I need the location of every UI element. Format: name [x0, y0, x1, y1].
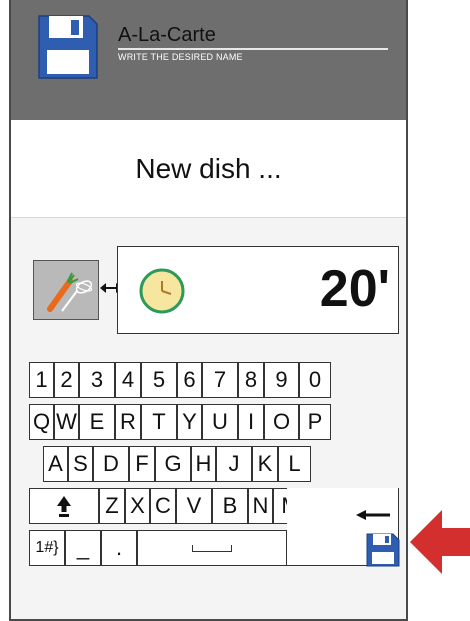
- key-8[interactable]: 8: [238, 362, 264, 398]
- key-g[interactable]: G: [155, 446, 191, 482]
- backspace-arrow-icon: [356, 510, 390, 520]
- pointer-arrow-icon: [410, 510, 470, 574]
- cook-time-value: 20': [319, 260, 390, 318]
- key-5[interactable]: 5: [141, 362, 177, 398]
- whisk-carrot-icon: [47, 272, 93, 312]
- key-6[interactable]: 6: [177, 362, 202, 398]
- underscore-key[interactable]: _: [65, 530, 101, 566]
- app-screen: A-La-Carte WRITE THE DESIRED NAME New di…: [9, 0, 408, 621]
- key-9[interactable]: 9: [264, 362, 299, 398]
- cooking-tool-button[interactable]: [33, 260, 99, 320]
- dot-key[interactable]: .: [101, 530, 137, 566]
- key-p[interactable]: P: [299, 404, 331, 440]
- key-f[interactable]: F: [129, 446, 155, 482]
- key-e[interactable]: E: [79, 404, 115, 440]
- key-k[interactable]: K: [252, 446, 278, 482]
- key-j[interactable]: J: [216, 446, 252, 482]
- key-3[interactable]: 3: [79, 362, 115, 398]
- symbols-key[interactable]: 1#}: [29, 530, 65, 566]
- header-bar: A-La-Carte WRITE THE DESIRED NAME: [11, 0, 406, 120]
- app-title: A-La-Carte: [118, 24, 216, 46]
- key-2[interactable]: 2: [54, 362, 79, 398]
- key-0[interactable]: 0: [299, 362, 331, 398]
- key-c[interactable]: C: [150, 488, 176, 524]
- key-y[interactable]: Y: [177, 404, 202, 440]
- key-o[interactable]: O: [264, 404, 299, 440]
- shift-key[interactable]: [29, 488, 99, 524]
- key-s[interactable]: S: [68, 446, 93, 482]
- clock-icon: [139, 268, 185, 314]
- key-1[interactable]: 1: [29, 362, 54, 398]
- save-button[interactable]: [363, 528, 403, 570]
- key-x[interactable]: X: [125, 488, 150, 524]
- title-divider: [118, 48, 388, 50]
- dish-name-field[interactable]: New dish ...: [11, 120, 406, 218]
- dish-name-text: New dish ...: [135, 152, 282, 184]
- key-7[interactable]: 7: [202, 362, 238, 398]
- space-key[interactable]: [137, 530, 287, 566]
- key-n[interactable]: N: [248, 488, 273, 524]
- shift-up-arrow-icon: [57, 496, 71, 517]
- key-h[interactable]: H: [191, 446, 216, 482]
- key-w[interactable]: W: [54, 404, 79, 440]
- key-l[interactable]: L: [278, 446, 311, 482]
- key-4[interactable]: 4: [115, 362, 141, 398]
- spacebar-icon: [192, 544, 232, 552]
- key-b[interactable]: B: [212, 488, 248, 524]
- key-a[interactable]: A: [43, 446, 68, 482]
- key-i[interactable]: I: [238, 404, 264, 440]
- app-subtitle: WRITE THE DESIRED NAME: [118, 52, 243, 62]
- key-z[interactable]: Z: [99, 488, 125, 524]
- key-u[interactable]: U: [202, 404, 238, 440]
- key-t[interactable]: T: [141, 404, 177, 440]
- key-d[interactable]: D: [93, 446, 129, 482]
- key-q[interactable]: Q: [29, 404, 54, 440]
- key-r[interactable]: R: [115, 404, 141, 440]
- cook-time-display[interactable]: 20': [117, 246, 399, 334]
- key-v[interactable]: V: [176, 488, 212, 524]
- floppy-disk-icon[interactable]: [37, 14, 99, 80]
